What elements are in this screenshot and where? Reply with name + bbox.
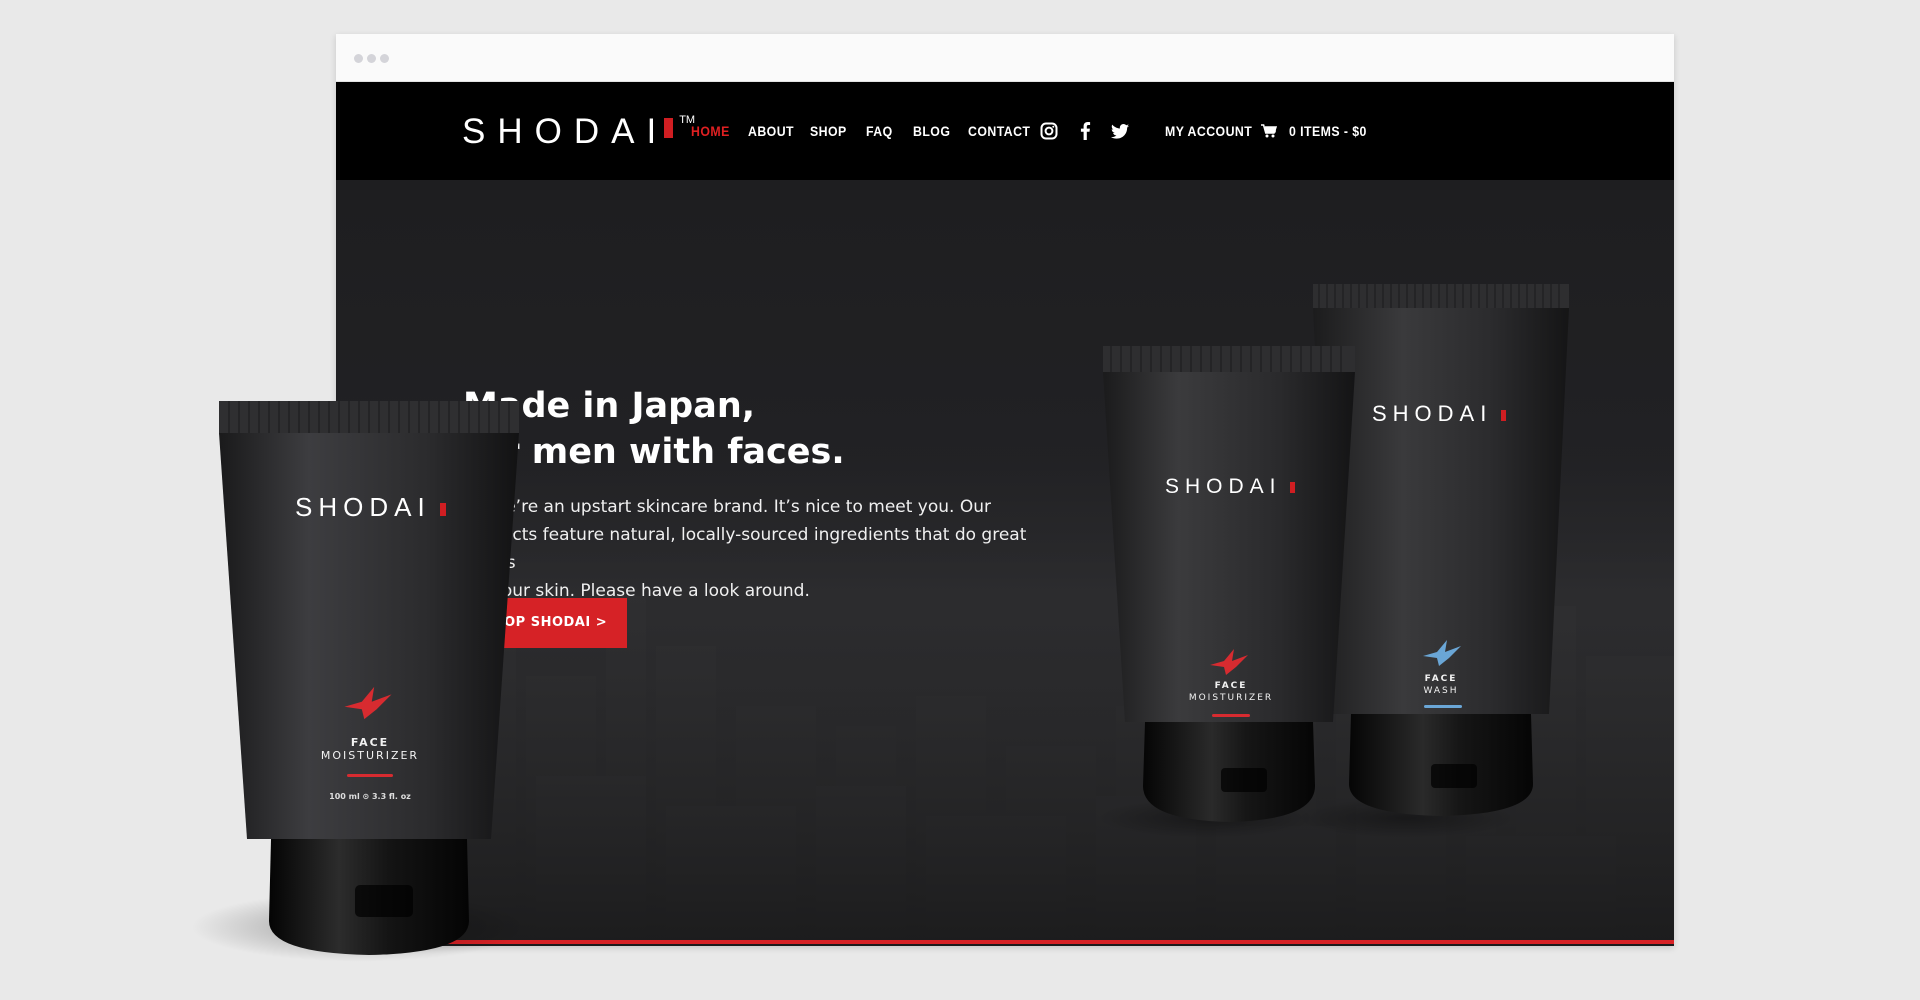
hero-headline: Made in Japan, for men with faces. <box>463 383 845 475</box>
nav-shop[interactable]: SHOP <box>810 82 847 180</box>
website: SHODAI TM HOME ABOUT SHOP FAQ BLOG CONTA… <box>336 82 1674 946</box>
hero-section: Made in Japan, for men with faces. Hi, w… <box>336 180 1674 946</box>
face-wash-label: FACE WASH <box>1396 673 1486 697</box>
cart-icon[interactable] <box>1261 120 1277 142</box>
moisturizer-tube-image <box>1103 346 1355 822</box>
front-red-bird-icon <box>344 686 392 720</box>
window-dot <box>367 54 376 63</box>
nav-blog[interactable]: BLOG <box>913 82 950 180</box>
facebook-icon[interactable] <box>1074 120 1096 142</box>
moisturizer-brand-text: SHODAI <box>1165 475 1282 498</box>
blue-bird-icon <box>1423 640 1461 666</box>
hero-intro: Hi, we’re an upstart skincare brand. It’… <box>463 493 1063 605</box>
brand-seal-icon <box>1290 482 1296 493</box>
logo-seal-icon <box>664 118 674 138</box>
moisturizer-line-1: FACE <box>1214 681 1248 691</box>
hero-bottom-accent-line <box>336 940 1674 944</box>
moisturizer-label: FACE MOISTURIZER <box>1176 680 1286 704</box>
front-moisturizer-label: FACE MOISTURIZER <box>310 736 430 762</box>
browser-chrome <box>336 34 1674 82</box>
nav-cart[interactable]: 0 ITEMS - $0 <box>1289 82 1367 180</box>
nav-home[interactable]: HOME <box>691 82 730 180</box>
brand-seal-icon <box>439 503 446 516</box>
moisturizer-line-2: MOISTURIZER <box>1188 693 1274 703</box>
front-moisturizer-brand-text: SHODAI <box>295 492 431 522</box>
headline-line-1: Made in Japan, <box>463 386 756 426</box>
red-bird-icon <box>1210 649 1248 675</box>
headline-line-2: for men with faces. <box>463 432 845 472</box>
front-moisturizer-line-1: FACE <box>350 736 390 749</box>
browser-window: SHODAI TM HOME ABOUT SHOP FAQ BLOG CONTA… <box>336 34 1674 946</box>
window-dot <box>380 54 389 63</box>
instagram-icon[interactable] <box>1038 120 1060 142</box>
navbar: SHODAI TM HOME ABOUT SHOP FAQ BLOG CONTA… <box>336 82 1674 180</box>
brand-seal-icon <box>1501 410 1507 421</box>
face-wash-brand-text: SHODAI <box>1372 401 1493 426</box>
twitter-icon[interactable] <box>1109 120 1131 142</box>
face-wash-line-2: WASH <box>1423 686 1459 696</box>
face-wash-line-1: FACE <box>1424 674 1458 684</box>
nav-about[interactable]: ABOUT <box>748 82 794 180</box>
moisturizer-brand: SHODAI <box>1165 475 1296 499</box>
front-moisturizer-brand: SHODAI <box>295 492 446 523</box>
front-moisturizer-tube-image <box>219 401 519 955</box>
nav-my-account[interactable]: MY ACCOUNT <box>1165 82 1252 180</box>
front-moisturizer-accent-stroke <box>347 774 393 777</box>
site-logo[interactable]: SHODAI TM <box>462 112 695 152</box>
face-wash-accent-stroke <box>1424 705 1462 708</box>
intro-line-1: Hi, we’re an upstart skincare brand. It’… <box>463 497 991 517</box>
nav-contact[interactable]: CONTACT <box>968 82 1030 180</box>
front-moisturizer-line-2: MOISTURIZER <box>320 749 420 762</box>
face-wash-brand: SHODAI <box>1372 401 1507 427</box>
moisturizer-accent-stroke <box>1212 714 1250 717</box>
intro-line-2: products feature natural, locally-source… <box>463 525 1027 573</box>
window-dot <box>354 54 363 63</box>
logo-text: SHODAI <box>462 112 669 151</box>
nav-faq[interactable]: FAQ <box>866 82 893 180</box>
front-moisturizer-size: 100 ml ⊙ 3.3 fl. oz <box>329 792 411 801</box>
